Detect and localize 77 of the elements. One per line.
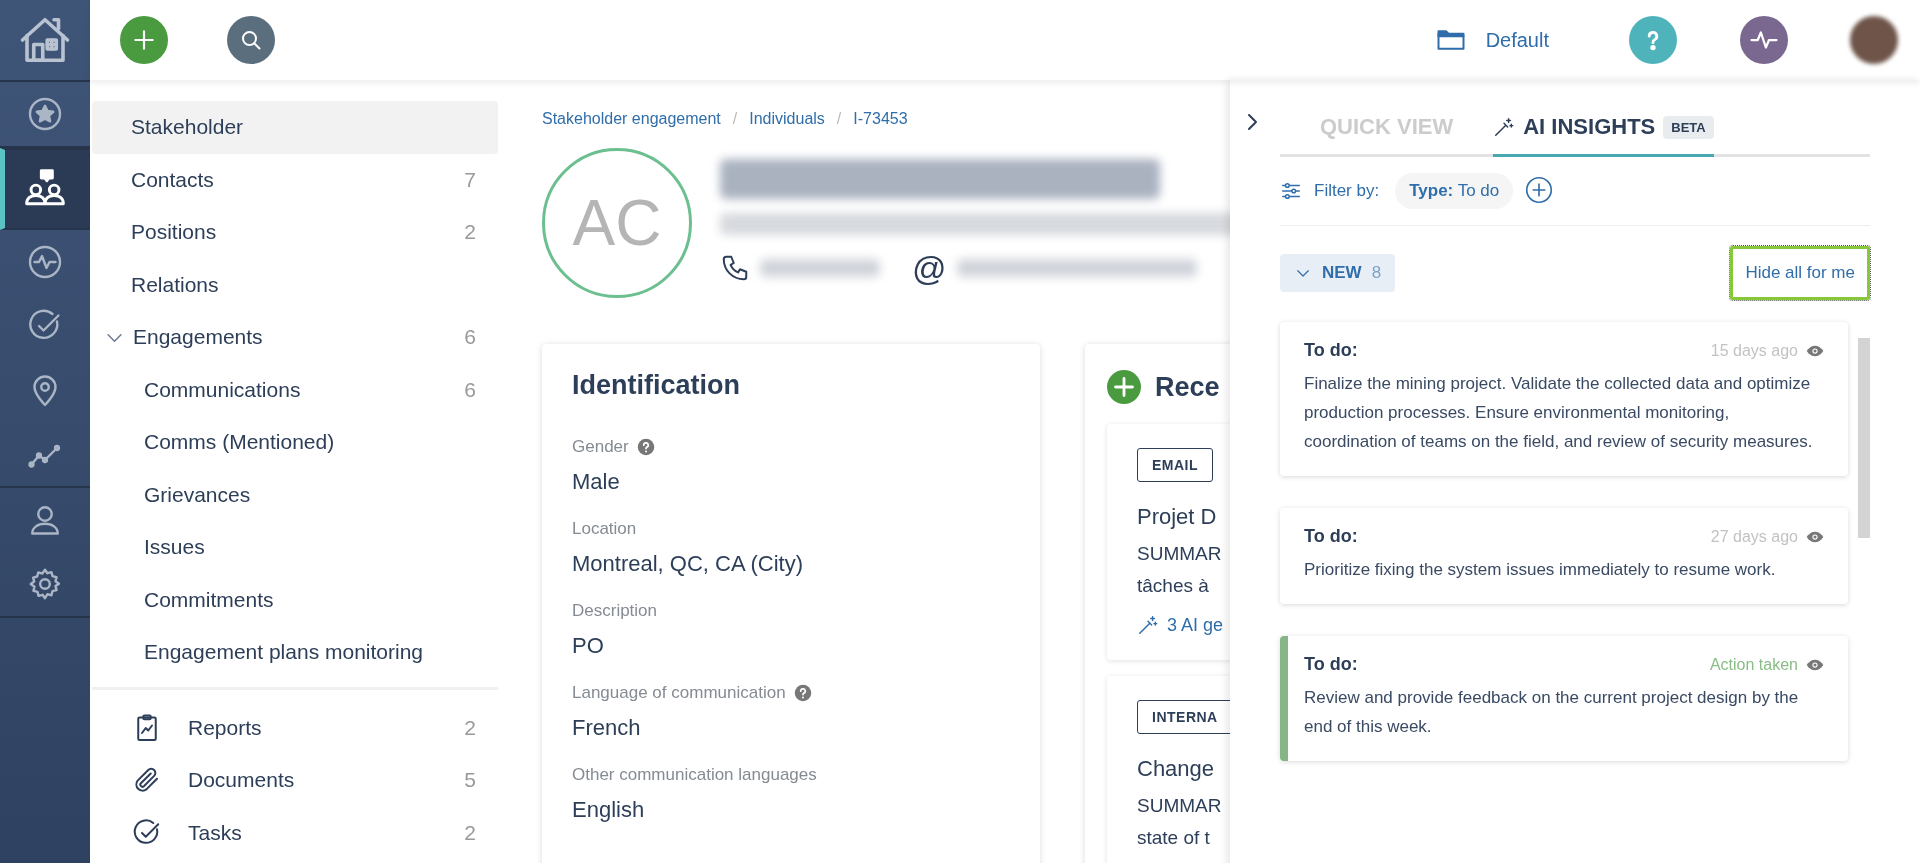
- magic-wand-icon: [1137, 614, 1159, 636]
- field-value: Montreal, QC, CA (City): [572, 551, 805, 577]
- summary-text: SUMMAR: [1137, 542, 1223, 566]
- sidebar-item[interactable]: Communications 6: [92, 363, 498, 416]
- sidebar-item[interactable]: Comms (Mentioned): [92, 416, 498, 469]
- filter-sliders-icon: [1280, 180, 1302, 202]
- field-value: PO: [572, 633, 605, 659]
- sidebar-item[interactable]: Engagement plans monitoring: [92, 626, 498, 679]
- scrollbar-thumb[interactable]: [1858, 338, 1870, 538]
- nav-rail-button[interactable]: [0, 148, 90, 230]
- insight-status: Action taken: [1709, 655, 1798, 674]
- breadcrumb-separator: /: [732, 110, 738, 128]
- sidebar-item[interactable]: Grievances: [92, 468, 498, 521]
- add-circle-icon: [1107, 370, 1141, 404]
- breadcrumb-link[interactable]: Individuals: [749, 110, 825, 128]
- email-at-sign: @: [912, 248, 947, 288]
- card-title: Rece: [1155, 371, 1220, 403]
- insight-title: To do:: [1304, 654, 1358, 675]
- sidebar-item[interactable]: Tasks 2: [92, 806, 498, 859]
- communication-card[interactable]: EMAIL Projet D SUMMAR tâches à 3 AI ge: [1107, 424, 1230, 660]
- avatar-photo-placeholder[interactable]: [1850, 16, 1898, 64]
- insight-status: 15 days ago: [1710, 341, 1798, 360]
- breadcrumb-link[interactable]: Stakeholder engagement: [542, 110, 721, 128]
- plus-icon: [131, 27, 157, 53]
- activity-button[interactable]: [1740, 16, 1788, 64]
- summary-text: tâches à: [1137, 574, 1210, 598]
- sidebar-item[interactable]: Issues: [92, 521, 498, 574]
- help-icon: [636, 438, 655, 456]
- pulse-icon: [27, 244, 63, 280]
- insight-text: Review and provide feedback on the current project design by the end of this week.: [1304, 687, 1800, 738]
- ai-insights-link[interactable]: 3 AI ge: [1137, 614, 1230, 636]
- initials-avatar: AC: [542, 148, 692, 298]
- add-button[interactable]: [120, 16, 168, 64]
- sidebar-item[interactable]: Documents 5: [92, 754, 498, 807]
- field-value: English: [572, 797, 646, 823]
- field-label: Other communication languages: [572, 765, 817, 785]
- insight-title: To do:: [1304, 340, 1358, 361]
- breadcrumb-separator: /: [836, 110, 842, 128]
- insight-text: Finalize the mining project. Validate the collected data and optimize production processes. Ensure environmental monitoring, coordination of teams on the field, and review of security measures.: [1304, 373, 1814, 453]
- insight-text: Prioritize fixing the system issues immediately to resume work.: [1304, 559, 1777, 581]
- hide-all-button[interactable]: Hide all for me: [1730, 246, 1870, 300]
- workspace-button[interactable]: Default: [1435, 25, 1549, 55]
- sidebar-item[interactable]: Contacts 7: [92, 153, 498, 206]
- settings-icon: [27, 566, 63, 602]
- type-tag: EMAIL: [1137, 448, 1214, 482]
- field-value: French: [572, 715, 642, 741]
- sidebar-item[interactable]: Stakeholder: [92, 101, 498, 154]
- field-value: Male: [572, 469, 621, 495]
- field-label: Gender: [572, 437, 629, 457]
- search-icon: [239, 28, 263, 52]
- communication-title: Projet D: [1137, 504, 1218, 530]
- filter-chip[interactable]: Type: To do: [1395, 173, 1514, 209]
- panel-tab[interactable]: AI INSIGHTS BETA: [1493, 102, 1714, 157]
- plus-circle-icon: [1525, 175, 1554, 204]
- insight-title: To do:: [1304, 526, 1358, 547]
- sidebar-item[interactable]: Reports 2: [92, 701, 498, 754]
- communication-card[interactable]: INTERNA Change SUMMAR state of t: [1107, 676, 1230, 863]
- search-button[interactable]: [227, 16, 275, 64]
- card-title: Identification: [572, 370, 741, 401]
- magic-wand-icon: [1493, 116, 1516, 138]
- help-button[interactable]: [1629, 16, 1677, 64]
- sidebar-item[interactable]: Engagements 6: [92, 311, 498, 364]
- summary-text: SUMMAR: [1137, 794, 1223, 818]
- filter-label: Filter by:: [1314, 181, 1380, 201]
- help-icon: [793, 684, 812, 702]
- communication-title: Change: [1137, 756, 1216, 782]
- field-label: Language of communication: [572, 683, 786, 703]
- sidebar-item[interactable]: Relations: [92, 258, 498, 311]
- field-label: Description: [572, 601, 658, 621]
- insight-status: 27 days ago: [1710, 527, 1798, 546]
- sidebar-item[interactable]: Positions 2: [92, 206, 498, 259]
- sidebar-item[interactable]: Commitments: [92, 573, 498, 626]
- group-toggle-button[interactable]: NEW 8: [1280, 254, 1396, 292]
- field-label: Location: [572, 519, 637, 539]
- breadcrumb-link[interactable]: I-73453: [853, 110, 908, 128]
- summary-text: state of t: [1137, 826, 1211, 850]
- phone-icon: [720, 253, 750, 283]
